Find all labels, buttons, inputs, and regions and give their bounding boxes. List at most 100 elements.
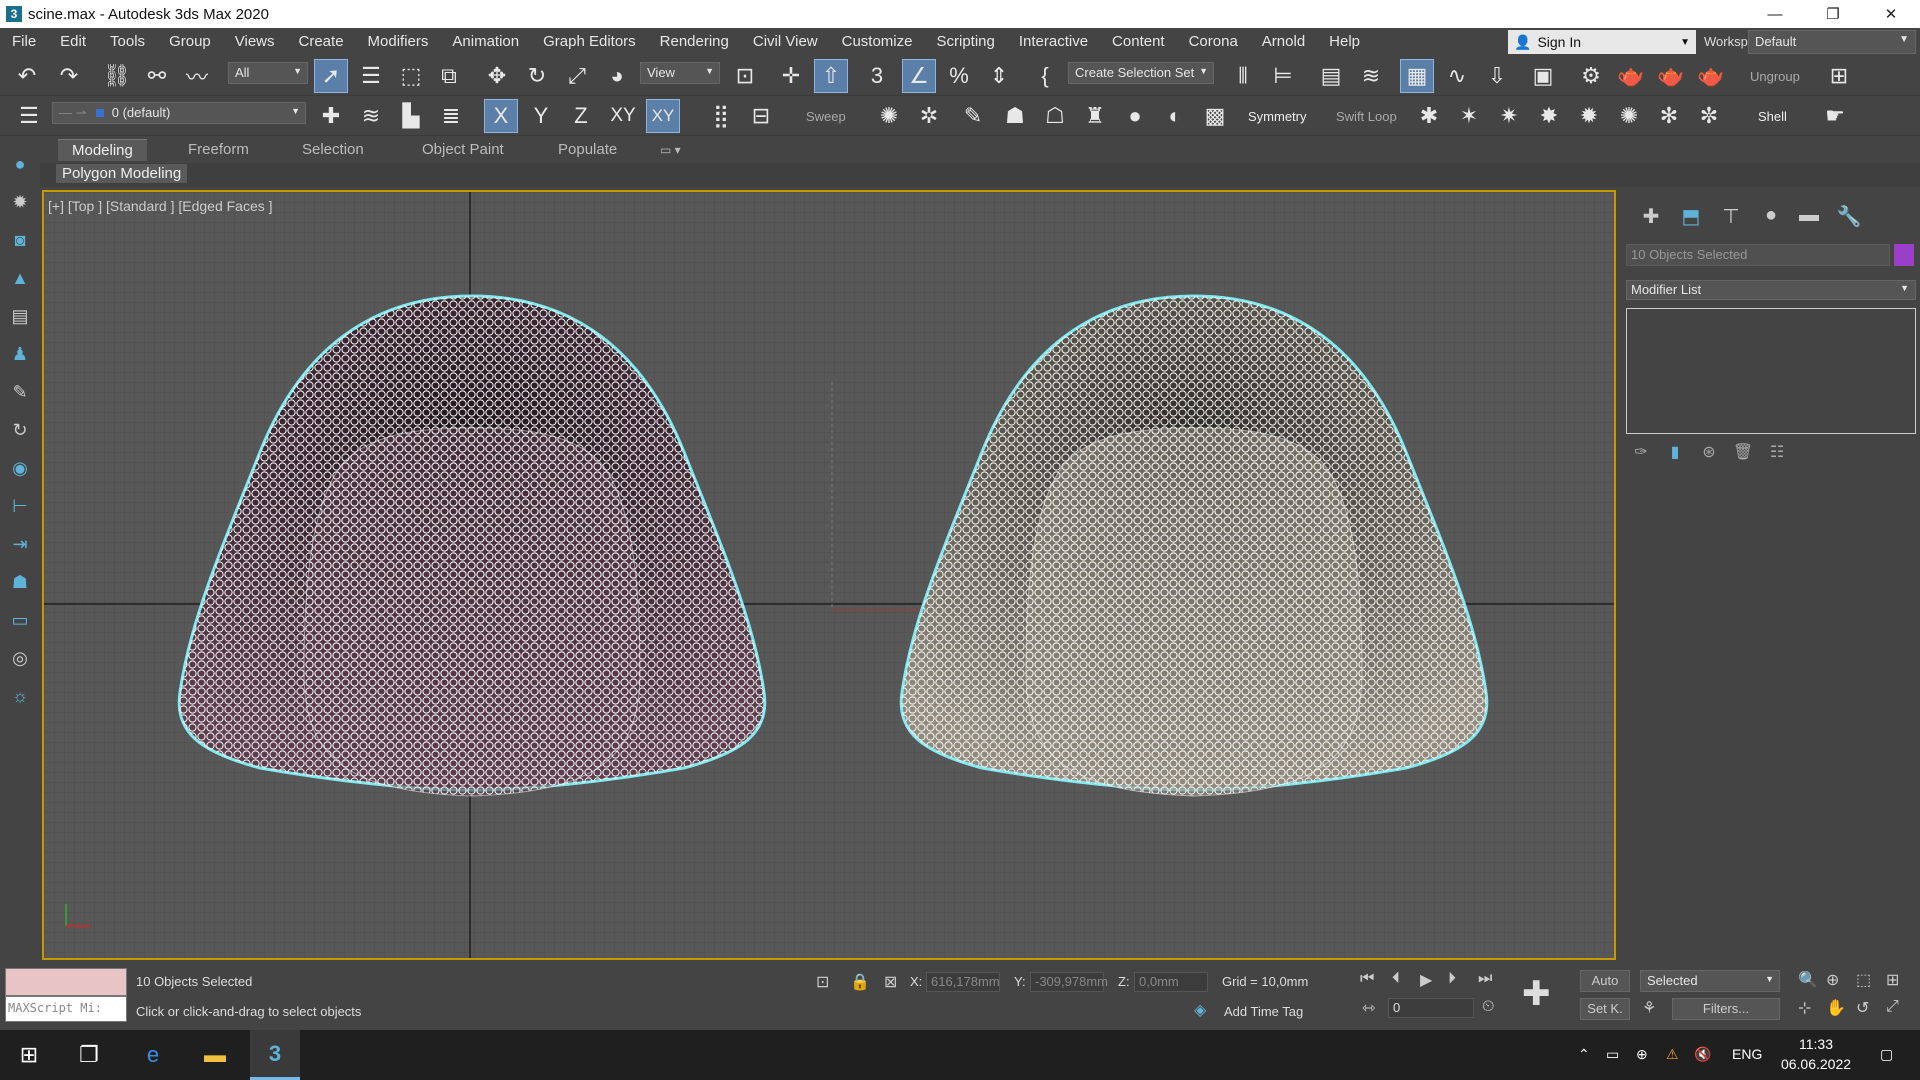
menu-corona[interactable]: Corona (1177, 28, 1250, 56)
link-icon[interactable]: ⛓ (100, 59, 134, 93)
show-hidden-icons-icon[interactable]: ⌃ (1578, 1046, 1590, 1063)
maxscript-input[interactable]: MAXScript Mi: (5, 996, 127, 1022)
tab-selection[interactable]: Selection (288, 139, 378, 161)
sun-icon[interactable]: ✹ (8, 192, 32, 216)
rotate-icon[interactable]: ↻ (520, 59, 554, 93)
array-icon[interactable]: ⣿ (704, 99, 738, 133)
close-button[interactable]: ✕ (1862, 0, 1920, 28)
polygon-modeling-panel[interactable]: Polygon Modeling (56, 164, 188, 183)
set-key-button[interactable]: Set K. (1580, 998, 1630, 1020)
menu-tools[interactable]: Tools (98, 28, 157, 56)
create-tab-icon[interactable]: ✚ (1636, 204, 1666, 228)
ungroup-label[interactable]: Ungroup (1750, 69, 1800, 84)
filters-button[interactable]: Filters... (1672, 998, 1780, 1020)
sign-in-dropdown[interactable]: 👤 Sign In ▼ (1508, 30, 1696, 54)
zoom-extents-icon[interactable]: ⬚ (1856, 970, 1871, 990)
menu-group[interactable]: Group (157, 28, 223, 56)
corona-light-icon[interactable]: ☗ (998, 99, 1032, 133)
absolute-mode-icon[interactable]: ⊠ (884, 972, 897, 992)
paint-icon[interactable]: ✎ (956, 99, 990, 133)
key-mode-icon[interactable]: ⇿ (1362, 998, 1375, 1018)
snapshot-icon[interactable]: ⊟ (744, 99, 778, 133)
go-to-end-icon[interactable]: ⏭ (1478, 970, 1492, 988)
current-frame-field[interactable]: 0 (1388, 998, 1474, 1018)
list-icon[interactable]: ▤ (8, 306, 32, 330)
object-color-swatch[interactable] (1894, 244, 1914, 266)
layer-dropdown[interactable]: — ⇀ 0 (default) ▼ (52, 102, 306, 124)
menu-help[interactable]: Help (1317, 28, 1372, 56)
tab-object-paint[interactable]: Object Paint (408, 139, 518, 161)
maxscript-output[interactable] (5, 968, 127, 996)
select-by-name-icon[interactable]: ☰ (354, 59, 388, 93)
clock[interactable]: 11:33 06.06.2022 (1766, 1034, 1866, 1074)
swift-loop-button[interactable]: Swift Loop (1336, 109, 1397, 124)
add-time-tag-button[interactable]: Add Time Tag (1224, 1004, 1303, 1019)
reference-coordinate-dropdown[interactable]: View ▼ (640, 62, 720, 84)
zoom-all-icon[interactable]: ⊕ (1826, 970, 1839, 990)
render-icon-1[interactable]: ✱ (1412, 99, 1446, 133)
zoom-icon[interactable]: 🔍 (1798, 970, 1818, 990)
maximize-button[interactable]: ❐ (1804, 0, 1862, 28)
key-filter-dropdown[interactable]: Selected ▼ (1640, 970, 1780, 992)
tree-icon[interactable]: ✲ (912, 99, 946, 133)
modifier-stack[interactable] (1626, 308, 1916, 434)
maxscript-listener[interactable]: MAXScript Mi: (5, 968, 127, 1024)
isolate-selection-icon[interactable]: ⊡ (816, 972, 829, 992)
menu-civil-view[interactable]: Civil View (741, 28, 830, 56)
render-icon-2[interactable]: ✶ (1452, 99, 1486, 133)
symmetry-button[interactable]: Symmetry (1248, 109, 1307, 124)
battery-icon[interactable]: ▭ (1606, 1046, 1619, 1063)
time-tag-icon[interactable]: ◈ (1194, 1000, 1206, 1020)
render-icon-4[interactable]: ✸ (1532, 99, 1566, 133)
menu-interactive[interactable]: Interactive (1007, 28, 1100, 56)
layer-manager-icon[interactable]: ☰ (12, 99, 46, 133)
material-editor-icon[interactable]: ▣ (1526, 59, 1560, 93)
bind-space-warp-icon[interactable]: 〰 (180, 59, 214, 93)
scene-explorer-icon[interactable]: ▤ (1314, 59, 1348, 93)
x-coordinate-field[interactable]: 616,178mm (926, 972, 1000, 992)
corona-material-icon[interactable]: ● (1118, 99, 1152, 133)
menu-customize[interactable]: Customize (830, 28, 925, 56)
named-selection-set-dropdown[interactable]: Create Selection Set ▼ (1068, 62, 1214, 84)
menu-edit[interactable]: Edit (48, 28, 98, 56)
z-coordinate-field[interactable]: 0,0mm (1134, 972, 1208, 992)
monitor-icon[interactable]: ▭ (8, 610, 32, 634)
redo-icon[interactable]: ↷ (52, 59, 86, 93)
spinner-snap-icon[interactable]: ⇕ (982, 59, 1016, 93)
axis-xy-cycle-button[interactable]: XY (646, 99, 680, 133)
network-icon[interactable]: ⊕ (1636, 1046, 1648, 1063)
render-production-icon[interactable]: 🫖 (1654, 59, 1688, 93)
schematic-view-icon[interactable]: ⇩ (1480, 59, 1514, 93)
create-layer-icon[interactable]: ✚ (314, 99, 348, 133)
windows-start-icon[interactable]: ⊞ (4, 1030, 54, 1080)
display-tab-icon[interactable]: ▬ (1794, 204, 1824, 228)
angle-snap-icon[interactable]: ∠ (902, 59, 936, 93)
viewport-canvas[interactable] (44, 192, 1614, 958)
ribbon-toggle-icon[interactable]: ▦ (1400, 59, 1434, 93)
pin-icon[interactable]: ● (8, 154, 32, 178)
viewport-top[interactable]: [+] [Top ] [Standard ] [Edged Faces ] (42, 190, 1616, 960)
axis-y-button[interactable]: Y (524, 99, 558, 133)
corona-shadow-icon[interactable]: ◐ (1158, 99, 1192, 133)
menu-graph-editors[interactable]: Graph Editors (531, 28, 648, 56)
edit-named-selection-icon[interactable]: { (1028, 59, 1062, 93)
motion-tab-icon[interactable]: ● (1756, 204, 1786, 228)
terrain-icon[interactable]: ▲ (8, 268, 32, 292)
tab-freeform[interactable]: Freeform (174, 139, 263, 161)
axis-x-button[interactable]: X (484, 99, 518, 133)
render-icon-5[interactable]: ✹ (1572, 99, 1606, 133)
lock-selection-icon[interactable]: 🔒 (850, 972, 870, 992)
utilities-tab-icon[interactable]: 🔧 (1834, 204, 1864, 228)
window-crossing-icon[interactable]: ⧉ (432, 59, 466, 93)
menu-content[interactable]: Content (1100, 28, 1177, 56)
file-explorer-icon[interactable]: ▬ (190, 1030, 240, 1080)
corona-proxy-icon[interactable]: ♜ (1078, 99, 1112, 133)
axis-xy-button[interactable]: XY (606, 99, 640, 133)
snaps-toggle-icon[interactable]: 3 (860, 59, 894, 93)
volume-muted-icon[interactable]: 🔇 (1694, 1046, 1711, 1063)
key-filters-icon[interactable]: ⚘ (1642, 998, 1656, 1018)
sphere-icon[interactable]: ◉ (8, 458, 32, 482)
menu-modifiers[interactable]: Modifiers (356, 28, 441, 56)
task-view-icon[interactable]: ❐ (64, 1030, 114, 1080)
sweep-button[interactable]: Sweep (806, 109, 846, 124)
